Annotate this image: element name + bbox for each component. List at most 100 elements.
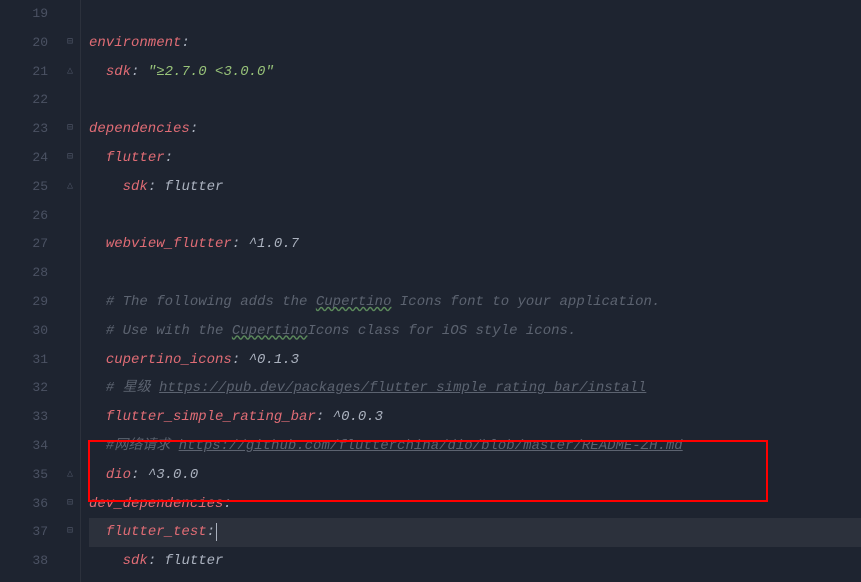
line-number: 19 bbox=[0, 0, 48, 29]
code-line[interactable]: sdk: flutter bbox=[89, 547, 861, 576]
code-token: ^0.0.3 bbox=[333, 409, 383, 425]
line-number: 31 bbox=[0, 346, 48, 375]
code-token: : bbox=[181, 35, 189, 51]
code-line[interactable]: cupertino_icons: ^0.1.3 bbox=[89, 346, 861, 375]
code-token: : bbox=[232, 236, 249, 252]
code-token: # Use with the bbox=[106, 323, 232, 339]
code-line[interactable]: dependencies: bbox=[89, 115, 861, 144]
code-token: : bbox=[223, 496, 231, 512]
code-token: environment bbox=[89, 35, 181, 51]
fold-marker[interactable]: △ bbox=[60, 173, 80, 202]
code-token: https://github.com/flutterchina/dio/blob… bbox=[179, 438, 683, 454]
fold-marker[interactable]: ⊟ bbox=[60, 115, 80, 144]
code-line[interactable] bbox=[89, 86, 861, 115]
code-token: webview_flutter bbox=[106, 236, 232, 252]
code-token: Icons class for iOS style icons. bbox=[307, 323, 576, 339]
code-token: ^3.0.0 bbox=[148, 467, 198, 483]
line-number: 33 bbox=[0, 403, 48, 432]
fold-marker[interactable]: ⊟ bbox=[60, 518, 80, 547]
code-token: #网络请求 bbox=[106, 438, 179, 454]
fold-marker bbox=[60, 317, 80, 346]
fold-marker[interactable]: ⊟ bbox=[60, 490, 80, 519]
code-line[interactable]: environment: bbox=[89, 29, 861, 58]
code-token: flutter_simple_rating_bar bbox=[106, 409, 316, 425]
line-number: 36 bbox=[0, 490, 48, 519]
fold-marker bbox=[60, 0, 80, 29]
line-number: 35 bbox=[0, 461, 48, 490]
fold-marker bbox=[60, 432, 80, 461]
code-line[interactable]: sdk: flutter bbox=[89, 173, 861, 202]
code-token: : bbox=[207, 524, 215, 540]
code-line[interactable] bbox=[89, 259, 861, 288]
fold-marker bbox=[60, 403, 80, 432]
code-token: ^0.1.3 bbox=[249, 352, 299, 368]
code-area[interactable]: environment: sdk: "≥2.7.0 <3.0.0" depende… bbox=[80, 0, 861, 582]
fold-column: ⊟△⊟⊟△△⊟⊟ bbox=[60, 0, 80, 582]
code-token: : bbox=[131, 64, 148, 80]
line-number: 28 bbox=[0, 259, 48, 288]
code-token: Cupertino bbox=[316, 294, 392, 310]
line-number: 22 bbox=[0, 86, 48, 115]
code-token: dev_dependencies bbox=[89, 496, 223, 512]
code-token: flutter bbox=[106, 150, 165, 166]
code-token: sdk bbox=[106, 64, 131, 80]
code-token: : bbox=[131, 467, 148, 483]
code-token: sdk bbox=[123, 179, 148, 195]
fold-marker bbox=[60, 86, 80, 115]
code-token: Cupertino bbox=[232, 323, 308, 339]
fold-marker[interactable]: ⊟ bbox=[60, 29, 80, 58]
code-token: : bbox=[232, 352, 249, 368]
text-cursor bbox=[216, 523, 217, 541]
code-line[interactable]: dev_dependencies: bbox=[89, 490, 861, 519]
code-token: : bbox=[148, 553, 165, 569]
code-token: : bbox=[148, 179, 165, 195]
line-number: 38 bbox=[0, 547, 48, 576]
code-line[interactable]: webview_flutter: ^1.0.7 bbox=[89, 230, 861, 259]
line-number: 26 bbox=[0, 202, 48, 231]
fold-marker[interactable]: ⊟ bbox=[60, 144, 80, 173]
code-token: https://pub.dev/packages/flutter_simple_… bbox=[159, 380, 646, 396]
line-number: 32 bbox=[0, 374, 48, 403]
code-line[interactable]: # Use with the CupertinoIcons class for … bbox=[89, 317, 861, 346]
line-number: 23 bbox=[0, 115, 48, 144]
fold-marker bbox=[60, 346, 80, 375]
code-line[interactable]: flutter_test: bbox=[89, 518, 861, 547]
code-line[interactable]: flutter: bbox=[89, 144, 861, 173]
code-token: : bbox=[190, 121, 198, 137]
fold-marker bbox=[60, 230, 80, 259]
code-line[interactable] bbox=[89, 0, 861, 29]
code-line[interactable]: # The following adds the Cupertino Icons… bbox=[89, 288, 861, 317]
code-line[interactable]: dio: ^3.0.0 bbox=[89, 461, 861, 490]
code-line[interactable]: # 星级 https://pub.dev/packages/flutter_si… bbox=[89, 374, 861, 403]
code-token: flutter bbox=[165, 553, 224, 569]
code-token: # 星级 bbox=[106, 380, 159, 396]
line-number: 25 bbox=[0, 173, 48, 202]
code-token: flutter_test bbox=[106, 524, 207, 540]
line-number: 34 bbox=[0, 432, 48, 461]
fold-marker bbox=[60, 202, 80, 231]
fold-marker[interactable]: △ bbox=[60, 58, 80, 87]
code-token: dependencies bbox=[89, 121, 190, 137]
code-token: "≥2.7.0 <3.0.0" bbox=[148, 64, 274, 80]
code-token: Icons font to your application. bbox=[391, 294, 660, 310]
code-line[interactable] bbox=[89, 202, 861, 231]
fold-marker bbox=[60, 547, 80, 576]
line-number: 37 bbox=[0, 518, 48, 547]
fold-marker bbox=[60, 259, 80, 288]
code-line[interactable]: flutter_simple_rating_bar: ^0.0.3 bbox=[89, 403, 861, 432]
code-token: : bbox=[316, 409, 333, 425]
code-editor[interactable]: 1920212223242526272829303132333435363738… bbox=[0, 0, 861, 582]
fold-marker[interactable]: △ bbox=[60, 461, 80, 490]
code-token: cupertino_icons bbox=[106, 352, 232, 368]
line-number-gutter: 1920212223242526272829303132333435363738 bbox=[0, 0, 60, 582]
fold-marker bbox=[60, 288, 80, 317]
line-number: 30 bbox=[0, 317, 48, 346]
line-number: 20 bbox=[0, 29, 48, 58]
code-line[interactable]: sdk: "≥2.7.0 <3.0.0" bbox=[89, 58, 861, 87]
line-number: 29 bbox=[0, 288, 48, 317]
code-token: dio bbox=[106, 467, 131, 483]
code-line[interactable]: #网络请求 https://github.com/flutterchina/di… bbox=[89, 432, 861, 461]
line-number: 21 bbox=[0, 58, 48, 87]
line-number: 27 bbox=[0, 230, 48, 259]
code-token: # The following adds the bbox=[106, 294, 316, 310]
